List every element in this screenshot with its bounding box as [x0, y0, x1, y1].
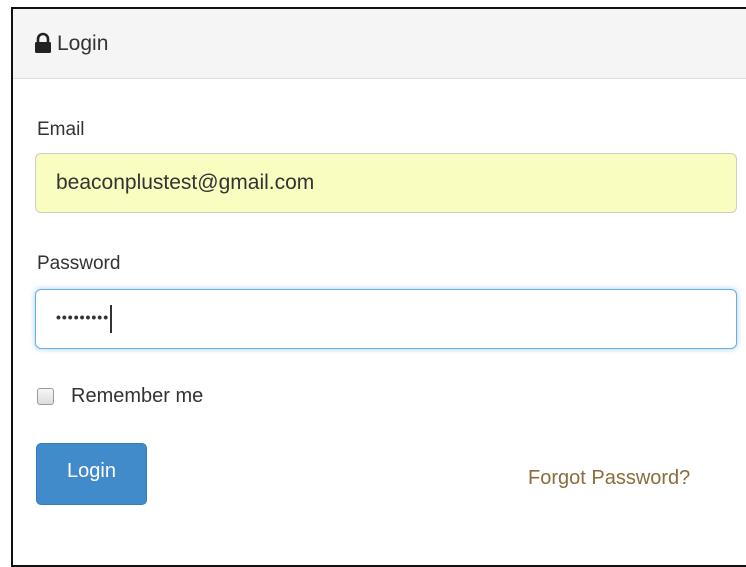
text-caret [110, 305, 113, 333]
password-label: Password [37, 253, 121, 274]
login-button[interactable]: Login [36, 443, 147, 505]
remember-me-label[interactable]: Remember me [71, 385, 203, 408]
email-label: Email [37, 119, 85, 140]
password-field[interactable]: ••••••••• [35, 289, 737, 349]
lock-icon [33, 32, 53, 54]
password-value: ••••••••• [56, 309, 110, 325]
panel-title: Login [57, 31, 109, 55]
remember-me-checkbox[interactable] [37, 388, 54, 405]
email-field[interactable]: beaconplustest@gmail.com [35, 153, 737, 213]
login-panel: Login Email beaconplustest@gmail.com Pas… [11, 7, 746, 567]
panel-heading: Login [13, 9, 746, 79]
forgot-password-link[interactable]: Forgot Password? [528, 467, 690, 490]
remember-me-row[interactable]: Remember me [37, 385, 203, 408]
email-value: beaconplustest@gmail.com [56, 171, 315, 194]
